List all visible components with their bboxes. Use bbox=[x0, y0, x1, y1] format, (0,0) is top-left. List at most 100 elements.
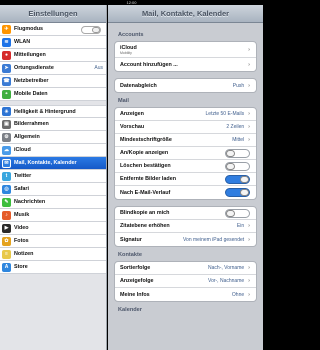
quote-row[interactable]: Zitatebene erhöhen Ein › bbox=[115, 220, 256, 233]
video-icon: ▶ bbox=[2, 223, 11, 233]
sort-order-label: Sortierfolge bbox=[120, 265, 151, 271]
detail-pane: Mail, Kontakte, Kalender Accounts iCloud… bbox=[108, 5, 263, 350]
my-info-label: Meine Infos bbox=[120, 291, 150, 298]
notes-icon: ≡ bbox=[2, 249, 11, 259]
chevron-right-icon: › bbox=[248, 82, 250, 89]
fetch-group: Datenabgleich Push › bbox=[114, 78, 257, 93]
accounts-group: iCloud Mobility › Account hinzufügen ...… bbox=[114, 41, 257, 72]
sidebar-item-twitter[interactable]: t Twitter bbox=[0, 170, 106, 183]
quote-label: Zitatebene erhöhen bbox=[120, 223, 170, 229]
sidebar-item-label: WLAN bbox=[14, 39, 31, 45]
show-value: Letzte 50 E-Mails bbox=[205, 111, 245, 117]
fontsize-row[interactable]: Mindestschriftgröße Mittel › bbox=[115, 134, 256, 147]
sidebar-item-label: Store bbox=[14, 264, 28, 270]
sidebar-item-label: Mobile Daten bbox=[14, 91, 48, 97]
sidebar-item-label: Musik bbox=[14, 212, 30, 218]
tocc-toggle[interactable] bbox=[225, 148, 250, 158]
add-account-label: Account hinzufügen ... bbox=[120, 61, 178, 68]
sidebar-item-video[interactable]: ▶ Video bbox=[0, 222, 106, 235]
sidebar-item-netzbetreiber[interactable]: ☎ Netzbetreiber bbox=[0, 75, 106, 88]
delete-confirm-label: Löschen bestätigen bbox=[120, 163, 171, 169]
sidebar-item-nachrichten[interactable]: ✎ Nachrichten bbox=[0, 196, 106, 209]
sort-order-row[interactable]: Sortierfolge Nach-, Vorname › bbox=[115, 262, 256, 275]
fetch-value: Push bbox=[232, 82, 245, 89]
delete-confirm-row: Löschen bestätigen bbox=[115, 160, 256, 173]
contacts-group: Sortierfolge Nach-, Vorname › Anzeigefol… bbox=[114, 261, 257, 302]
sidebar-item-label: Ortungsdienste bbox=[14, 65, 54, 71]
sidebar-item-label: Helligkeit & Hintergrund bbox=[14, 108, 76, 115]
tocc-row: An/Kopie anzeigen bbox=[115, 147, 256, 160]
settings-sidebar: Einstellungen ✈ Flugmodus ≋ WLAN ● Mitte… bbox=[0, 5, 107, 350]
load-images-toggle[interactable] bbox=[225, 174, 250, 184]
chevron-right-icon: › bbox=[248, 61, 250, 68]
brightness-icon: ☀ bbox=[2, 107, 11, 116]
signature-row[interactable]: Signatur Von meinem iPad gesendet › bbox=[115, 233, 256, 246]
signature-value: Von meinem iPad gesendet bbox=[183, 236, 245, 243]
sidebar-item-label: Bilderrahmen bbox=[14, 121, 49, 127]
account-icloud-label: iCloud bbox=[120, 44, 137, 51]
bcc-toggle[interactable] bbox=[225, 208, 250, 218]
section-title-contacts: Kontakte bbox=[118, 252, 142, 258]
preview-value: 2 Zeilen bbox=[226, 124, 245, 130]
location-icon: ➤ bbox=[2, 63, 11, 73]
account-icloud-row[interactable]: iCloud Mobility › bbox=[115, 42, 256, 58]
mail-icon: ✉ bbox=[2, 158, 11, 168]
mail-group: Anzeigen Letzte 50 E-Mails › Vorschau 2 … bbox=[114, 107, 257, 200]
sidebar-item-bilderrahmen[interactable]: ▣ Bilderrahmen bbox=[0, 118, 106, 131]
sidebar-item-musik[interactable]: ♪ Musik bbox=[0, 209, 106, 222]
bcc-label: Blindkopie an mich bbox=[120, 210, 170, 216]
sidebar-item-mitteilungen[interactable]: ● Mitteilungen bbox=[0, 49, 106, 62]
picture-frame-icon: ▣ bbox=[2, 119, 11, 129]
sidebar-item-safari[interactable]: ◎ Safari bbox=[0, 183, 106, 196]
chevron-right-icon: › bbox=[248, 278, 250, 284]
cellular-icon: ⚬ bbox=[2, 89, 11, 99]
sidebar-item-flugmodus[interactable]: ✈ Flugmodus bbox=[0, 23, 106, 36]
fontsize-value: Mittel bbox=[232, 137, 245, 143]
sidebar-item-value: Aus bbox=[94, 65, 103, 71]
show-row[interactable]: Anzeigen Letzte 50 E-Mails › bbox=[115, 108, 256, 121]
sidebar-list: ✈ Flugmodus ≋ WLAN ● Mitteilungen ➤ Ortu… bbox=[0, 23, 106, 274]
preview-row[interactable]: Vorschau 2 Zeilen › bbox=[115, 121, 256, 134]
account-icloud-subtitle: Mobility bbox=[120, 50, 132, 55]
chevron-right-icon: › bbox=[248, 236, 250, 243]
sidebar-item-label: Allgemein bbox=[14, 134, 40, 140]
mail-options-group: Blindkopie an mich Zitatebene erhöhen Ei… bbox=[114, 206, 257, 247]
bcc-row: Blindkopie an mich bbox=[115, 207, 256, 220]
chevron-right-icon: › bbox=[248, 265, 250, 271]
sidebar-item-mobile-daten[interactable]: ⚬ Mobile Daten bbox=[0, 88, 106, 101]
display-order-label: Anzeigefolge bbox=[120, 278, 154, 284]
my-info-row[interactable]: Meine Infos Ohne › bbox=[115, 288, 256, 301]
sidebar-item-allgemein[interactable]: ⚙ Allgemein bbox=[0, 131, 106, 144]
sidebar-item-helligkeit[interactable]: ☀ Helligkeit & Hintergrund bbox=[0, 105, 106, 118]
gear-icon: ⚙ bbox=[2, 132, 11, 142]
twitter-icon: t bbox=[2, 171, 11, 181]
signature-label: Signatur bbox=[120, 236, 142, 243]
load-images-label: Entfernte Bilder laden bbox=[120, 176, 177, 182]
fetch-label: Datenabgleich bbox=[120, 82, 157, 89]
sidebar-item-mail-kontakte-kalender[interactable]: ✉ Mail, Kontakte, Kalender bbox=[0, 157, 106, 170]
sidebar-item-notizen[interactable]: ≡ Notizen bbox=[0, 248, 106, 261]
chevron-right-icon: › bbox=[248, 291, 250, 298]
preview-label: Vorschau bbox=[120, 124, 145, 130]
quote-value: Ein bbox=[236, 223, 245, 229]
sidebar-item-store[interactable]: A Store bbox=[0, 261, 106, 274]
chevron-right-icon: › bbox=[248, 46, 250, 53]
sidebar-item-wlan[interactable]: ≋ WLAN bbox=[0, 36, 106, 49]
delete-confirm-toggle[interactable] bbox=[225, 161, 250, 171]
fetch-row[interactable]: Datenabgleich Push › bbox=[115, 79, 256, 92]
display-order-row[interactable]: Anzeigefolge Vor-, Nachname › bbox=[115, 275, 256, 288]
store-icon: A bbox=[2, 262, 11, 272]
sidebar-item-icloud[interactable]: ☁ iCloud bbox=[0, 144, 106, 157]
cloud-icon: ☁ bbox=[2, 145, 11, 155]
sort-order-value: Nach-, Vorname bbox=[208, 265, 245, 271]
sidebar-item-ortungsdienste[interactable]: ➤ Ortungsdienste Aus bbox=[0, 62, 106, 75]
airplane-mode-toggle[interactable] bbox=[81, 25, 101, 34]
display-order-value: Vor-, Nachname bbox=[208, 278, 245, 284]
sidebar-item-label: iCloud bbox=[14, 147, 31, 153]
show-label: Anzeigen bbox=[120, 111, 144, 117]
thread-toggle[interactable] bbox=[225, 188, 250, 197]
notifications-icon: ● bbox=[2, 50, 11, 60]
sidebar-item-fotos[interactable]: ✿ Fotos bbox=[0, 235, 106, 248]
chevron-right-icon: › bbox=[248, 137, 250, 143]
add-account-row[interactable]: Account hinzufügen ... › bbox=[115, 58, 256, 71]
